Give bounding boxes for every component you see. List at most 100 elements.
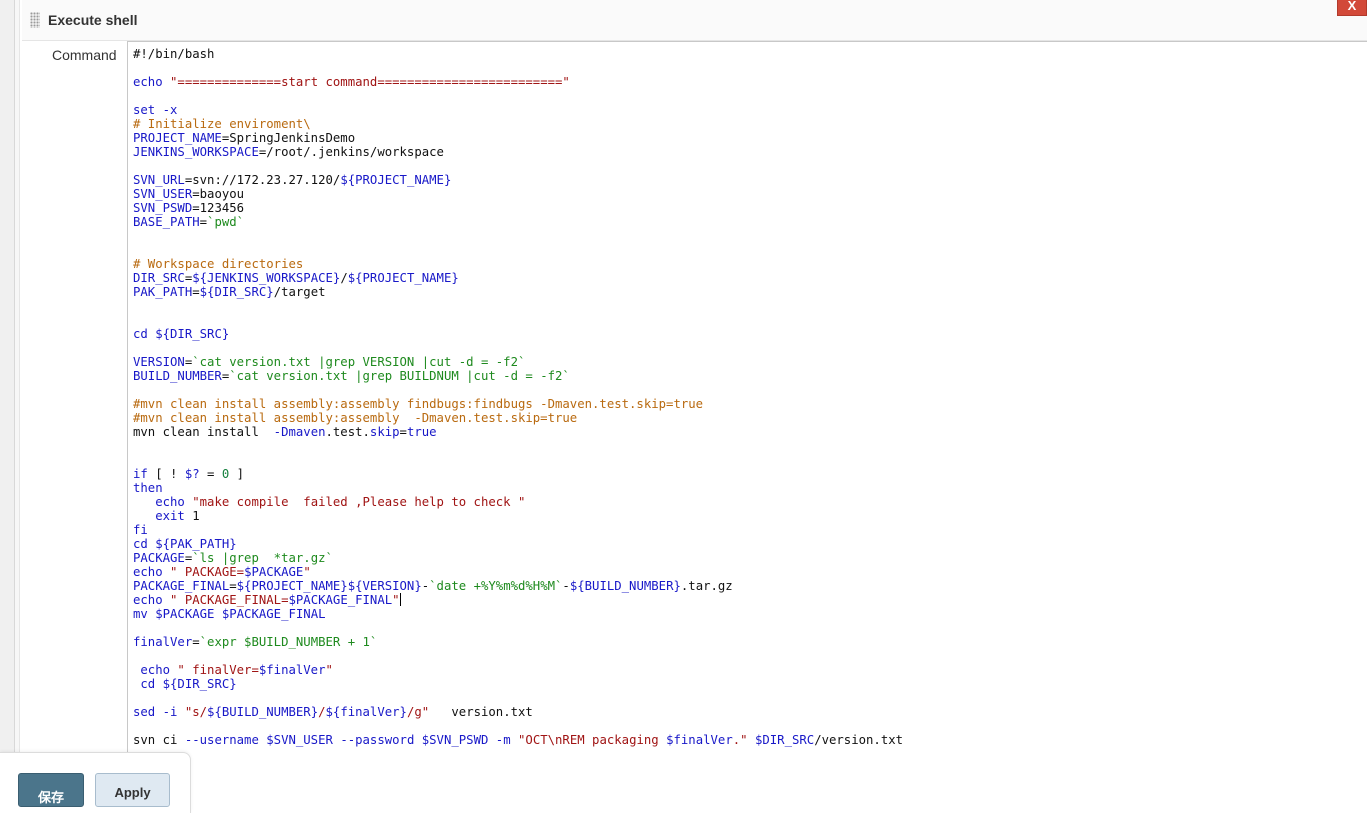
code-token: $finalVer	[258, 663, 326, 677]
left-gutter-inner	[15, 0, 20, 801]
code-token: #mvn clean install assembly:assembly -Dm…	[133, 411, 578, 425]
code-token: [ !	[147, 467, 185, 481]
code-token: #mvn clean install assembly:assembly fin…	[133, 397, 704, 411]
code-token: exit	[133, 509, 193, 523]
code-token: PAK_PATH	[133, 285, 193, 299]
code-token: "	[392, 593, 400, 607]
code-token: fi	[133, 523, 148, 537]
code-line: mv $PACKAGE $PACKAGE_FINAL	[133, 607, 903, 621]
code-token: =SpringJenkinsDemo	[221, 131, 356, 145]
code-token: "	[325, 663, 333, 677]
save-button[interactable]: 保存	[18, 773, 84, 807]
code-token: mvn clean install	[133, 425, 274, 439]
code-token: then	[133, 481, 163, 495]
code-token: =baoyou	[192, 187, 245, 201]
code-token: /	[318, 705, 326, 719]
code-token: =/root/.jenkins/workspace	[258, 145, 444, 159]
code-token: cd	[133, 537, 156, 551]
code-token: /g"	[406, 705, 430, 719]
code-token: BASE_PATH	[133, 215, 200, 229]
code-token: skip	[369, 425, 400, 439]
code-token: ${PROJECT_NAME}	[340, 173, 452, 187]
code-line: # Initialize enviroment\	[133, 117, 903, 131]
code-token: PROJECT_NAME	[133, 131, 222, 145]
code-token: $DIR_SRC	[754, 733, 815, 747]
code-token: true	[406, 425, 437, 439]
code-line: if [ ! $? = 0 ]	[133, 467, 903, 481]
code-token: $finalVer	[666, 733, 733, 747]
code-token: # Initialize enviroment\	[133, 117, 311, 131]
code-token: ]	[229, 467, 245, 481]
command-code[interactable]: #!/bin/bash echo "==============start com…	[133, 47, 903, 747]
code-token: sed -i	[133, 705, 185, 719]
code-token: $SVN_PSWD	[421, 733, 496, 747]
code-token: =svn://172.23.27.120/	[184, 173, 341, 187]
code-token: -	[562, 579, 570, 593]
code-line: #!/bin/bash	[133, 47, 903, 61]
code-token: " PACKAGE=	[170, 565, 245, 579]
code-line: SVN_USER=baoyou	[133, 187, 903, 201]
code-token: PACKAGE	[133, 551, 185, 565]
code-line: set -x	[133, 103, 903, 117]
code-token: # Workspace directories	[133, 257, 304, 271]
code-line: BASE_PATH=`pwd`	[133, 215, 903, 229]
code-line: SVN_PSWD=123456	[133, 201, 903, 215]
code-line: #mvn clean install assembly:assembly -Dm…	[133, 411, 903, 425]
code-line: cd ${PAK_PATH}	[133, 537, 903, 551]
code-line: BUILD_NUMBER=`cat version.txt |grep BUIL…	[133, 369, 903, 383]
code-token: echo	[133, 565, 171, 579]
section-title: Execute shell	[48, 12, 138, 28]
apply-button[interactable]: Apply	[95, 773, 170, 807]
code-token: =	[229, 579, 237, 593]
close-button[interactable]: X	[1337, 0, 1367, 16]
code-token: 1	[192, 509, 200, 523]
code-token: $PACKAGE_FINAL	[288, 593, 393, 607]
code-token: $?	[184, 467, 200, 481]
code-token: echo	[133, 495, 193, 509]
code-token: ${BUILD_NUMBER}	[207, 705, 319, 719]
drag-handle-icon[interactable]	[30, 12, 40, 28]
code-token: version.txt	[429, 705, 533, 719]
code-line: PACKAGE=`ls |grep *tar.gz`	[133, 551, 903, 565]
code-token: /	[340, 271, 348, 285]
code-token: =	[192, 635, 200, 649]
code-token: =123456	[192, 201, 245, 215]
code-line: # Workspace directories	[133, 257, 903, 271]
code-token: `expr $BUILD_NUMBER + 1`	[199, 635, 378, 649]
code-token: --password	[340, 733, 422, 747]
code-token: ${DIR_SRC}	[162, 677, 237, 691]
code-line: echo "==============start command=======…	[133, 75, 903, 89]
code-token: ${PROJECT_NAME}${VERSION}	[236, 579, 422, 593]
code-token: cd	[133, 327, 156, 341]
code-line: echo " PACKAGE_FINAL=$PACKAGE_FINAL"	[133, 593, 903, 607]
code-token: ${JENKINS_WORKSPACE}	[192, 271, 341, 285]
code-token: $PACKAGE	[244, 565, 304, 579]
code-token: finalVer	[133, 635, 193, 649]
code-token: `date +%Y%m%d%H%M`	[429, 579, 563, 593]
left-gutter	[0, 0, 15, 801]
text-cursor	[399, 593, 401, 606]
code-line: exit 1	[133, 509, 903, 523]
code-token: =	[399, 425, 407, 439]
code-token: /target	[273, 285, 326, 299]
code-token: "==============start command============…	[170, 75, 570, 89]
code-token: "make compile failed ,Please help to che…	[192, 495, 526, 509]
code-token: -Dmaven	[273, 425, 326, 439]
code-line: cd ${DIR_SRC}	[133, 327, 903, 341]
code-token: ${BUILD_NUMBER}	[569, 579, 681, 593]
code-token: if	[133, 467, 148, 481]
code-token: /version.txt	[814, 733, 904, 747]
code-token: `ls |grep *tar.gz`	[192, 551, 333, 565]
code-line: finalVer=`expr $BUILD_NUMBER + 1`	[133, 635, 903, 649]
code-token: `cat version.txt |grep BUILDNUM |cut -d …	[229, 369, 570, 383]
